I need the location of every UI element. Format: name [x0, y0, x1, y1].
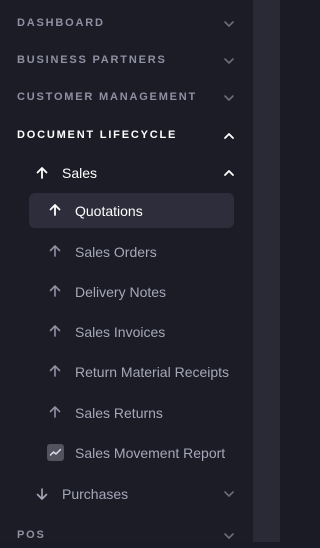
menu-item-label: Delivery Notes — [75, 284, 167, 300]
submenu-sales[interactable]: Sales — [0, 160, 253, 186]
arrow-up-icon — [49, 245, 61, 257]
chevron-up-icon — [224, 133, 234, 139]
section-label-dashboard: DASHBOARD — [17, 17, 105, 29]
menu-item-sales-returns[interactable]: Sales Returns — [0, 397, 253, 428]
section-label-pos: POS — [17, 529, 46, 541]
section-label-business-partners: BUSINESS PARTNERS — [17, 54, 167, 66]
sidebar-section-dashboard[interactable]: DASHBOARD — [0, 12, 253, 36]
chevron-down-icon — [224, 58, 234, 64]
sidebar-section-pos[interactable]: POS — [0, 524, 253, 548]
sidebar: DASHBOARD BUSINESS PARTNERS CUSTOMER MAN… — [0, 0, 253, 542]
menu-item-sales-orders[interactable]: Sales Orders — [0, 236, 253, 267]
submenu-label-sales: Sales — [62, 165, 98, 181]
arrow-up-icon — [49, 365, 61, 377]
menu-item-label: Sales Returns — [75, 405, 163, 421]
arrow-up-icon — [49, 406, 61, 418]
arrow-down-icon — [36, 488, 48, 500]
sidebar-section-document-lifecycle[interactable]: DOCUMENT LIFECYCLE — [0, 124, 253, 148]
chevron-down-icon — [224, 95, 234, 101]
menu-item-return-material-receipts[interactable]: Return Material Receipts — [0, 356, 253, 387]
arrow-up-icon — [49, 204, 61, 216]
menu-item-label: Return Material Receipts — [75, 364, 230, 380]
section-label-document-lifecycle: DOCUMENT LIFECYCLE — [17, 129, 178, 141]
menu-item-sales-invoices[interactable]: Sales Invoices — [0, 316, 253, 347]
arrow-up-icon — [49, 285, 61, 297]
arrow-up-icon — [36, 167, 48, 179]
submenu-label-purchases: Purchases — [62, 486, 129, 502]
sidebar-scrollbar[interactable] — [253, 0, 280, 542]
section-label-customer-management: CUSTOMER MANAGEMENT — [17, 91, 198, 103]
chart-report-icon — [47, 444, 64, 461]
sidebar-section-customer-management[interactable]: CUSTOMER MANAGEMENT — [0, 86, 253, 110]
menu-item-quotations[interactable]: Quotations — [0, 195, 253, 226]
arrow-up-icon — [49, 325, 61, 337]
submenu-purchases[interactable]: Purchases — [0, 481, 253, 507]
menu-item-sales-movement-report[interactable]: Sales Movement Report — [0, 437, 253, 468]
chevron-down-icon — [224, 21, 234, 27]
chevron-down-icon — [224, 491, 234, 497]
menu-item-label: Sales Movement Report — [75, 445, 226, 461]
menu-item-label: Quotations — [75, 203, 143, 219]
sidebar-section-business-partners[interactable]: BUSINESS PARTNERS — [0, 49, 253, 73]
menu-item-label: Sales Invoices — [75, 324, 166, 340]
menu-item-label: Sales Orders — [75, 244, 157, 260]
chevron-up-icon — [224, 170, 234, 176]
menu-item-delivery-notes[interactable]: Delivery Notes — [0, 276, 253, 307]
